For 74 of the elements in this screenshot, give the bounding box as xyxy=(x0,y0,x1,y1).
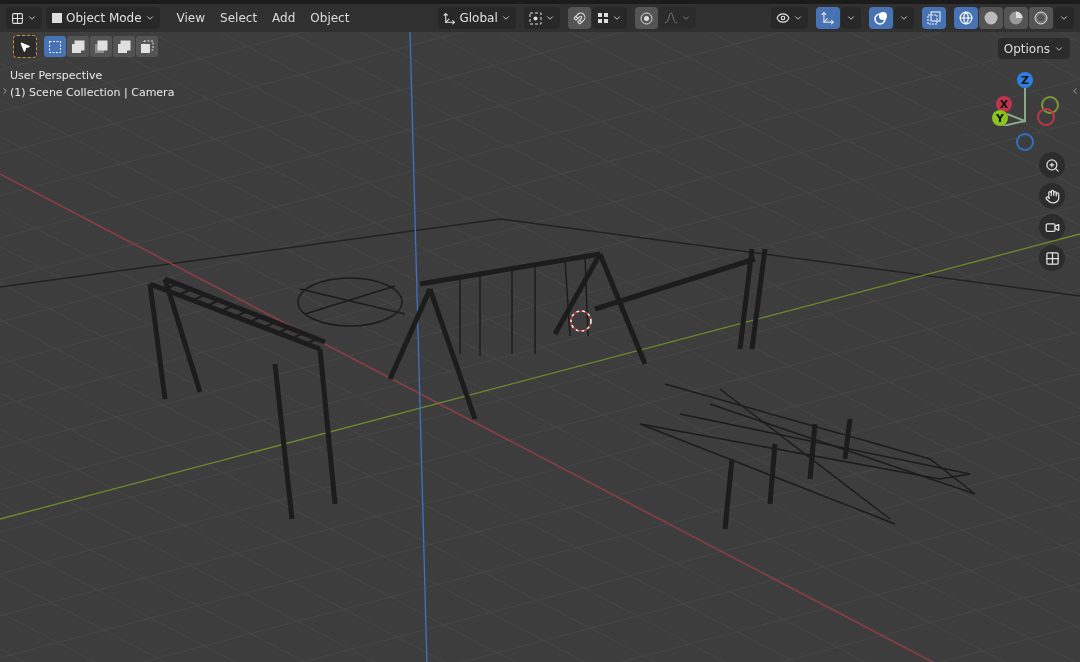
pivot-icon xyxy=(528,11,542,25)
select-mode-icon xyxy=(140,39,154,54)
chevron-down-icon xyxy=(899,13,909,23)
solid-sphere-icon xyxy=(984,11,998,25)
axis-ring-icon[interactable] xyxy=(1041,96,1059,114)
material-shading-button[interactable] xyxy=(1004,7,1028,29)
cursor-icon xyxy=(19,40,31,53)
zoom-button[interactable] xyxy=(1039,152,1065,178)
menu-item[interactable]: View xyxy=(169,9,213,27)
select-tool-button[interactable] xyxy=(14,36,36,57)
snap-button[interactable] xyxy=(567,7,591,29)
select-mode-icon xyxy=(117,39,131,54)
chevron-down-icon xyxy=(611,13,622,23)
chevron-down-icon xyxy=(500,13,511,23)
chevron-down-icon xyxy=(793,13,803,23)
wireframe-icon xyxy=(959,11,973,25)
axis-handle[interactable]: Z xyxy=(1017,72,1033,88)
snap-grid-icon xyxy=(596,12,609,24)
hand-icon xyxy=(1044,188,1060,204)
toggle-dropdown[interactable] xyxy=(841,7,861,29)
select-mode-button[interactable] xyxy=(90,36,112,57)
chevron-down-icon xyxy=(1059,13,1069,23)
falloff-curve-icon xyxy=(663,12,678,24)
rendered-shading-button[interactable] xyxy=(1029,7,1053,29)
magnet-icon xyxy=(572,11,586,25)
solid-shading-button[interactable] xyxy=(979,7,1003,29)
menu-item[interactable]: Select xyxy=(213,9,265,27)
chevron-down-icon xyxy=(544,13,555,23)
collection-label: (1) Scene Collection | Camera xyxy=(10,86,175,99)
rendered-sphere-icon xyxy=(1034,11,1048,25)
overlay-icon xyxy=(874,11,888,25)
chevron-down-icon xyxy=(846,13,856,23)
select-mode-icon xyxy=(48,39,62,54)
select-mode-icon xyxy=(94,39,108,54)
xray-icon xyxy=(927,11,941,25)
grid-view-button[interactable] xyxy=(1039,245,1065,271)
select-mode-button[interactable] xyxy=(113,36,135,57)
select-mode-button[interactable] xyxy=(44,36,66,57)
grid-icon xyxy=(11,11,24,25)
view-name: User Perspective xyxy=(10,69,103,82)
eye-icon xyxy=(776,11,790,25)
pan-hand-button[interactable] xyxy=(1039,183,1065,209)
toggle-dropdown[interactable] xyxy=(894,7,914,29)
overlay-toggle[interactable] xyxy=(869,7,893,29)
target-icon xyxy=(639,11,653,25)
mode-dropdown[interactable]: Object Mode xyxy=(46,7,160,29)
xray-toggle[interactable] xyxy=(922,7,946,29)
proportional-edit-button[interactable] xyxy=(634,7,658,29)
menu-item[interactable]: Add xyxy=(265,9,303,27)
select-mode-button[interactable] xyxy=(136,36,158,57)
camera-view-button[interactable] xyxy=(1039,214,1065,240)
axes-icon xyxy=(443,11,457,25)
axis-handle[interactable]: Y xyxy=(992,110,1008,126)
chevron-down-icon xyxy=(27,13,37,23)
pivot-dropdown[interactable] xyxy=(523,7,560,29)
material-sphere-icon xyxy=(1009,11,1023,25)
options-dropdown[interactable]: Options xyxy=(997,38,1070,59)
orientation-dropdown[interactable]: Global xyxy=(438,7,516,29)
visibility-dropdown[interactable] xyxy=(771,7,808,29)
chevron-down-icon xyxy=(144,13,155,23)
grid-icon xyxy=(1044,250,1060,266)
expand-toolbar-icon[interactable] xyxy=(0,86,10,96)
zoom-icon xyxy=(1044,157,1060,173)
gizmo-icon xyxy=(821,11,835,25)
expand-sidebar-icon[interactable] xyxy=(1070,86,1080,96)
wireframe-shading-button[interactable] xyxy=(954,7,978,29)
snap-target-dropdown[interactable] xyxy=(591,7,627,29)
gizmo-toggle[interactable] xyxy=(816,7,840,29)
menu-item[interactable]: Object xyxy=(303,9,357,27)
editor-type-button[interactable] xyxy=(6,7,42,29)
select-mode-button[interactable] xyxy=(67,36,89,57)
axis-ring-icon[interactable] xyxy=(1037,108,1055,126)
select-mode-icon xyxy=(71,39,85,54)
chevron-down-icon xyxy=(680,13,691,23)
